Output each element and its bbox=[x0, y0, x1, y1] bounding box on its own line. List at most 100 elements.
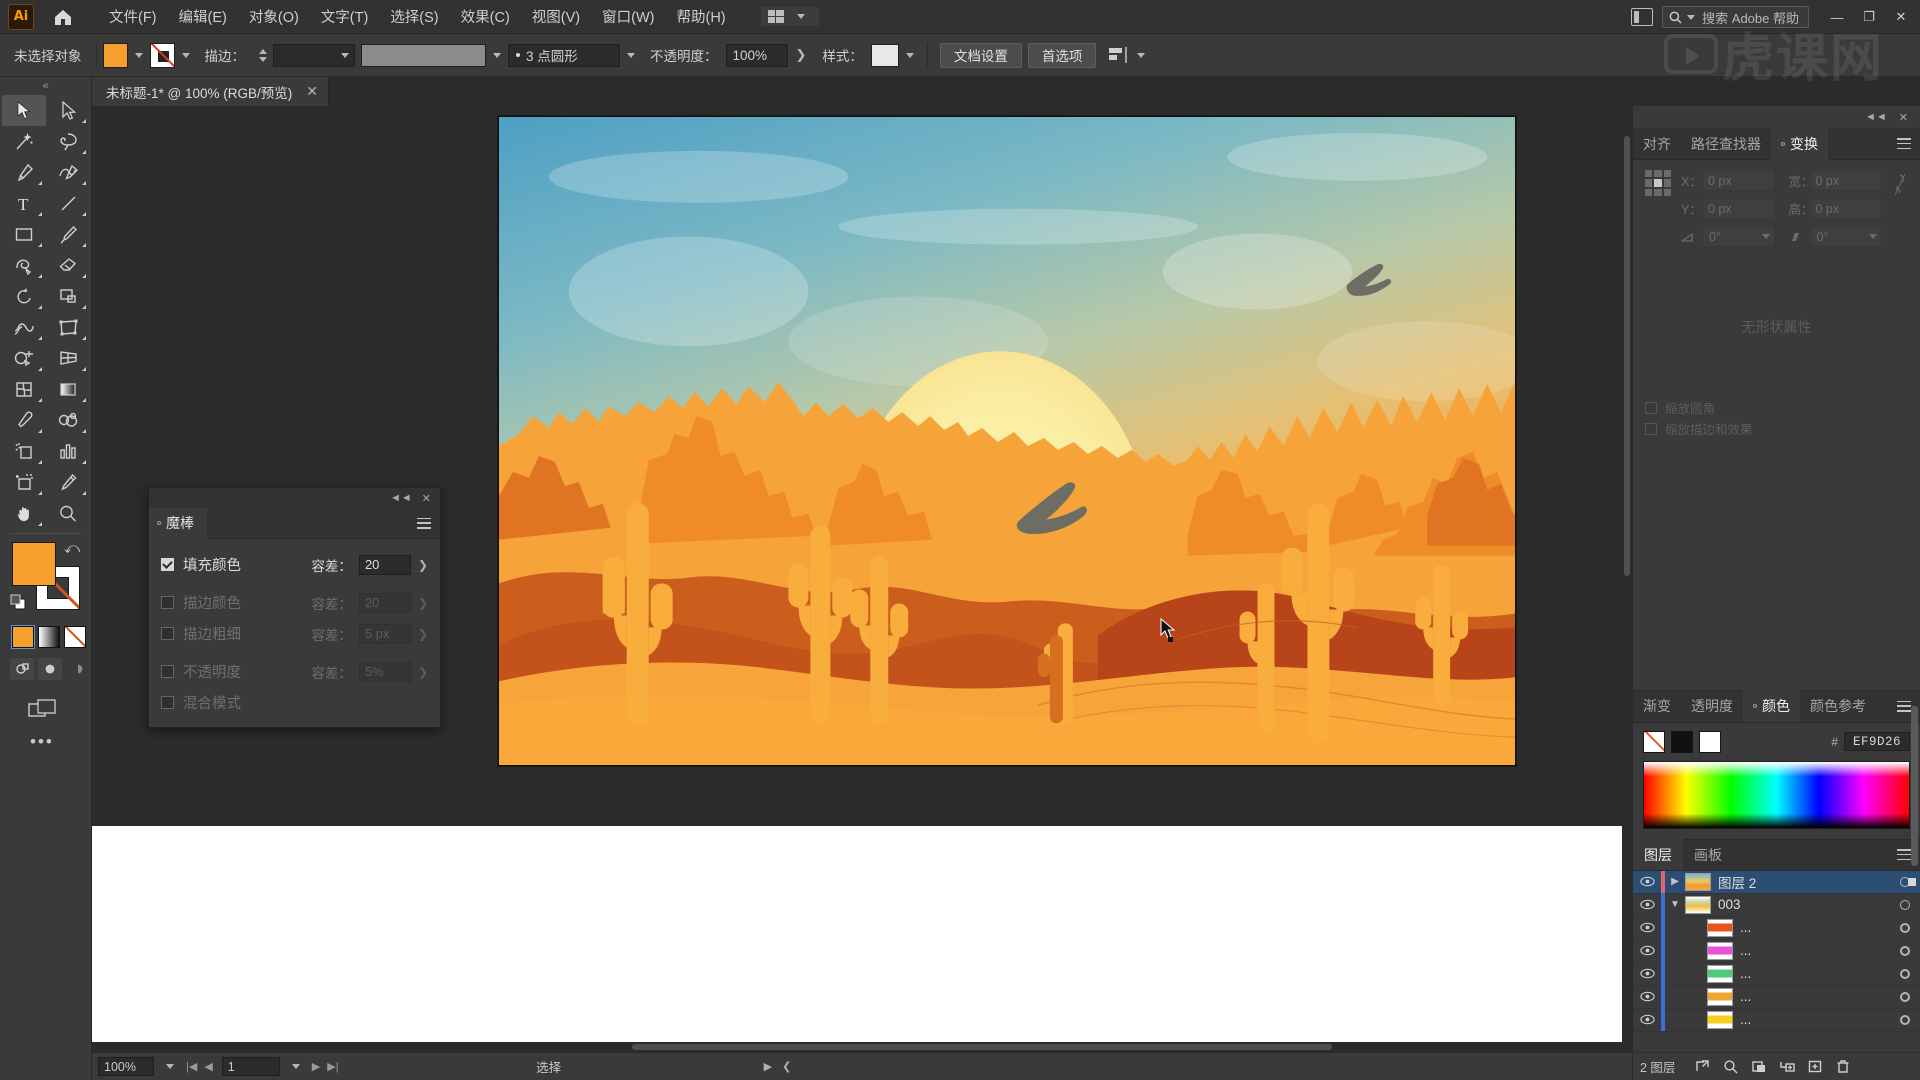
panel-toggle-icon[interactable] bbox=[1631, 8, 1654, 26]
target-indicator[interactable] bbox=[1890, 945, 1920, 956]
restore-button[interactable]: ❐ bbox=[1854, 4, 1884, 30]
minimize-button[interactable]: — bbox=[1822, 4, 1852, 30]
locate-object-button[interactable] bbox=[1690, 1056, 1715, 1078]
transform-x-input[interactable]: 0 px bbox=[1702, 170, 1775, 191]
opacity-input[interactable]: 100% bbox=[725, 43, 788, 67]
artboard-number-input[interactable]: 1 bbox=[221, 1057, 280, 1076]
layer-name[interactable]: ... bbox=[1740, 1012, 1890, 1027]
shaper-tool[interactable] bbox=[2, 250, 46, 281]
selection-tool[interactable] bbox=[2, 95, 46, 126]
layer-name[interactable]: ... bbox=[1740, 920, 1890, 935]
document-setup-button[interactable]: 文档设置 bbox=[939, 42, 1022, 68]
menu-object[interactable]: 对象(O) bbox=[238, 1, 310, 32]
tab-layers[interactable]: 图层 bbox=[1633, 839, 1683, 870]
panel-menu-icon[interactable] bbox=[417, 517, 431, 529]
opacity-options-arrow-icon[interactable]: ❯ bbox=[788, 47, 815, 63]
line-segment-tool[interactable] bbox=[46, 188, 90, 219]
toolbar-collapse-icon[interactable]: « bbox=[0, 77, 91, 95]
paintbrush-tool[interactable] bbox=[46, 219, 90, 250]
last-artboard-button[interactable]: ▶| bbox=[327, 1060, 338, 1073]
scale-corners-option[interactable]: 缩放圆角 bbox=[1645, 397, 1908, 418]
visibility-toggle-icon[interactable] bbox=[1633, 968, 1661, 979]
tab-align[interactable]: 对齐 bbox=[1633, 128, 1681, 160]
layer-row-3[interactable]: ... bbox=[1633, 916, 1920, 940]
hex-value-input[interactable]: EF9D26 bbox=[1844, 732, 1910, 751]
menu-window[interactable]: 窗口(W) bbox=[591, 1, 665, 32]
none-button[interactable] bbox=[64, 626, 86, 648]
tab-gradient[interactable]: 渐变 bbox=[1633, 690, 1681, 722]
perspective-grid-tool[interactable] bbox=[46, 343, 90, 374]
layer-name[interactable]: 图层 2 bbox=[1718, 872, 1890, 892]
stroke-weight-stepper[interactable] bbox=[256, 44, 269, 66]
disclosure-triangle-icon[interactable]: ▶ bbox=[1665, 876, 1685, 887]
magic-wand-tool[interactable] bbox=[2, 126, 46, 157]
width-tool[interactable] bbox=[2, 312, 46, 343]
menu-file[interactable]: 文件(F) bbox=[98, 1, 168, 32]
tab-magic-wand[interactable]: 魔棒 bbox=[149, 507, 207, 539]
type-tool[interactable]: T bbox=[2, 188, 46, 219]
tab-color-guide[interactable]: 颜色参考 bbox=[1800, 690, 1876, 722]
transform-w-input[interactable]: 0 px bbox=[1809, 170, 1882, 191]
panel-menu-icon[interactable] bbox=[1897, 700, 1911, 712]
scale-strokes-option[interactable]: 缩放描边和效果 bbox=[1645, 418, 1908, 439]
search-adobe-help[interactable]: 搜索 Adobe 帮助 bbox=[1662, 6, 1809, 28]
tab-pathfinder[interactable]: 路径查找器 bbox=[1681, 128, 1771, 160]
eraser-tool[interactable] bbox=[46, 250, 90, 281]
visibility-toggle-icon[interactable] bbox=[1633, 1014, 1661, 1025]
transform-angle-input[interactable]: 0° bbox=[1702, 226, 1775, 247]
mesh-tool[interactable] bbox=[2, 374, 46, 405]
draw-behind-icon[interactable] bbox=[38, 658, 62, 680]
target-indicator[interactable] bbox=[1890, 1014, 1920, 1025]
close-icon[interactable]: ✕ bbox=[422, 492, 431, 505]
first-artboard-button[interactable]: |◀ bbox=[186, 1060, 197, 1073]
free-transform-tool[interactable] bbox=[46, 312, 90, 343]
stroke-profile-preview[interactable] bbox=[361, 43, 486, 67]
search-layer-button[interactable] bbox=[1718, 1056, 1743, 1078]
layer-name[interactable]: ... bbox=[1740, 989, 1890, 1004]
target-indicator[interactable] bbox=[1890, 922, 1920, 933]
color-button[interactable] bbox=[11, 625, 35, 649]
stroke-swatch-button[interactable] bbox=[149, 42, 175, 68]
direct-selection-tool[interactable] bbox=[46, 95, 90, 126]
opacity-checkbox[interactable] bbox=[161, 665, 174, 678]
menu-view[interactable]: 视图(V) bbox=[521, 1, 591, 32]
tab-transparency[interactable]: 透明度 bbox=[1681, 690, 1743, 722]
chevron-down-icon[interactable] bbox=[1137, 52, 1146, 58]
menu-edit[interactable]: 编辑(E) bbox=[168, 1, 238, 32]
transform-h-input[interactable]: 0 px bbox=[1809, 198, 1882, 219]
scale-corners-checkbox[interactable] bbox=[1645, 401, 1657, 414]
visibility-toggle-icon[interactable] bbox=[1633, 899, 1661, 910]
column-graph-tool[interactable] bbox=[46, 436, 90, 467]
layer-name[interactable]: 003 bbox=[1718, 897, 1890, 912]
chevron-down-icon[interactable] bbox=[181, 52, 190, 58]
blend-mode-row[interactable]: 混合模式 bbox=[149, 687, 440, 718]
layer-row-6[interactable]: ... bbox=[1633, 985, 1920, 1009]
default-fill-stroke-icon[interactable] bbox=[10, 594, 28, 612]
color-none-swatch[interactable] bbox=[1643, 730, 1665, 753]
tab-artboards[interactable]: 画板 bbox=[1683, 839, 1733, 870]
menu-select[interactable]: 选择(S) bbox=[379, 1, 449, 32]
collapse-icon[interactable]: ◄◄ bbox=[390, 492, 412, 504]
lasso-tool[interactable] bbox=[46, 126, 90, 157]
target-indicator[interactable] bbox=[1890, 991, 1920, 1002]
status-next-arrow-icon[interactable]: ▶ bbox=[764, 1060, 772, 1073]
collapse-icon[interactable]: ◄◄ bbox=[1865, 111, 1887, 123]
chevron-down-icon[interactable] bbox=[493, 52, 501, 58]
fill-tolerance-input[interactable]: 20 bbox=[358, 554, 411, 575]
zoom-level-input[interactable]: 100% bbox=[98, 1057, 154, 1076]
layer-row-1[interactable]: ▶ 图层 2 bbox=[1633, 870, 1920, 894]
color-black-swatch[interactable] bbox=[1671, 730, 1693, 753]
tab-transform[interactable]: 变换 bbox=[1771, 127, 1828, 160]
target-indicator[interactable] bbox=[1890, 899, 1920, 910]
stroke-weight-row[interactable]: 描边粗细 容差： 5 px ❯ bbox=[149, 618, 440, 649]
chevron-down-icon[interactable] bbox=[627, 52, 635, 58]
draw-normal-icon[interactable] bbox=[10, 658, 34, 680]
reference-point-selector[interactable] bbox=[1645, 170, 1671, 196]
preferences-button[interactable]: 首选项 bbox=[1027, 42, 1097, 68]
constrain-proportions-icon[interactable] bbox=[1892, 170, 1908, 198]
disclosure-triangle-icon[interactable]: ▼ bbox=[1665, 899, 1685, 910]
layer-name[interactable]: ... bbox=[1740, 966, 1890, 981]
rectangle-tool[interactable] bbox=[2, 219, 46, 250]
layer-row-5[interactable]: ... bbox=[1633, 962, 1920, 986]
gradient-button[interactable] bbox=[38, 626, 60, 648]
